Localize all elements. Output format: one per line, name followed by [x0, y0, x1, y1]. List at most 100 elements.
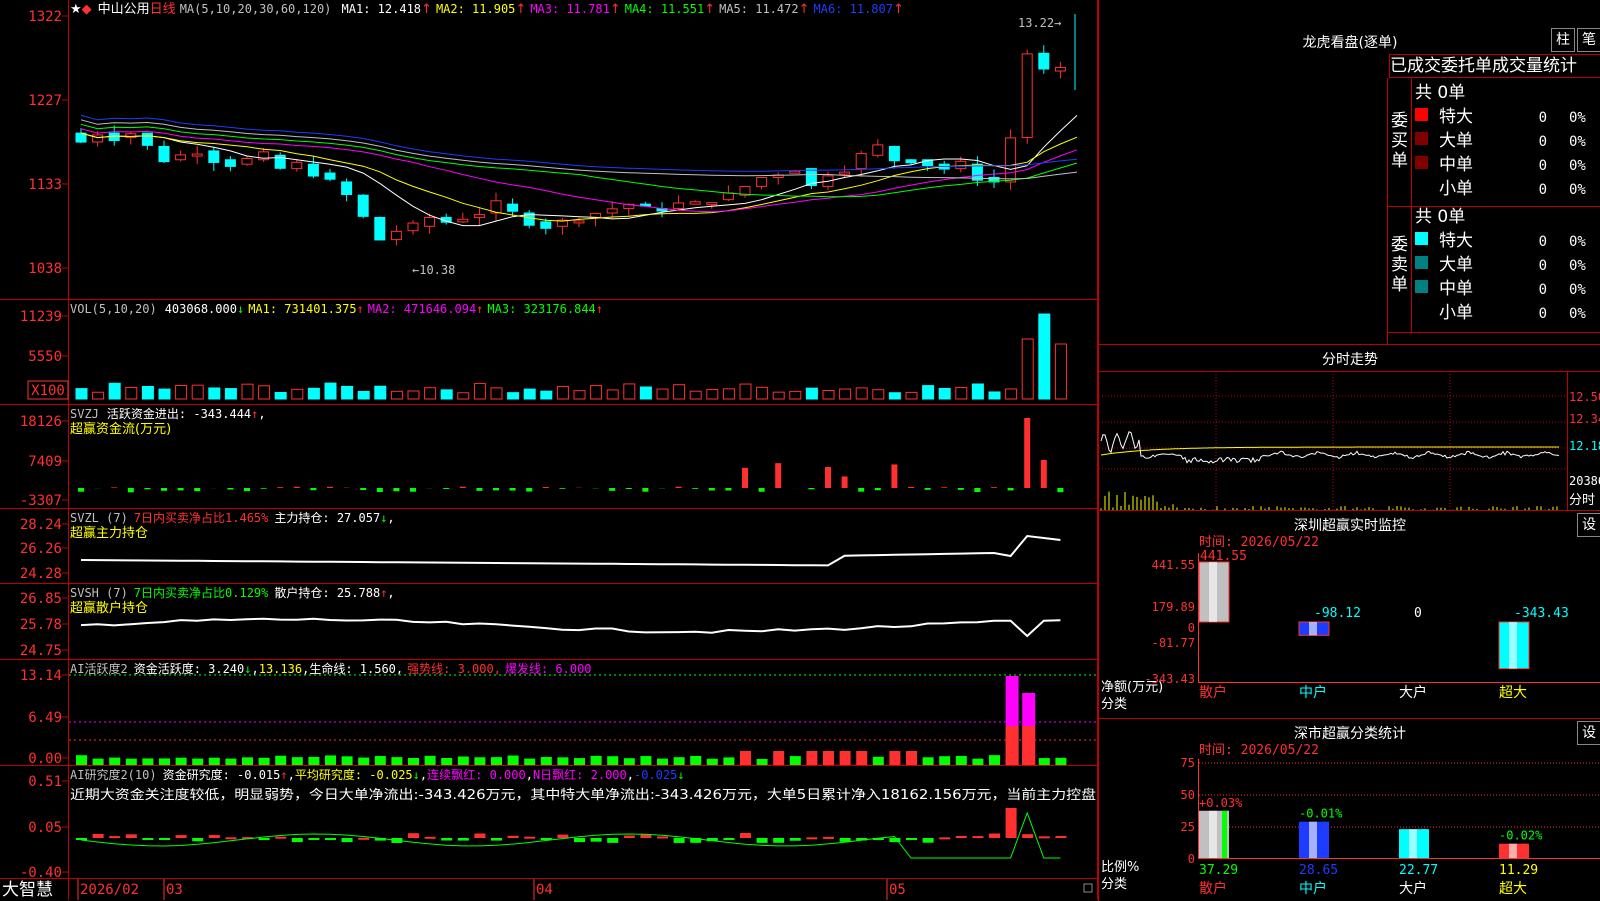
candle-body: [375, 217, 385, 240]
ai-axis-label: 13.14: [20, 668, 62, 684]
volume-bar: [972, 384, 983, 399]
lock-icon[interactable]: [1084, 884, 1092, 892]
intraday-panel[interactable]: 分时走势 12.50 12.34 12.18 20386 分时: [1098, 344, 1600, 511]
classify-delta: -0.01%: [1299, 807, 1343, 821]
intraday-axis-label: 12.18: [1569, 439, 1600, 453]
air-bar: [408, 833, 419, 838]
air-bar: [358, 838, 369, 840]
svzj-axis-label: 7409: [28, 454, 62, 470]
volume-bar: [1055, 344, 1066, 399]
candle-body: [292, 162, 302, 168]
candle-body: [674, 203, 684, 209]
svzj-bar: [676, 487, 682, 488]
sell-row-count: 0: [1539, 282, 1547, 298]
volume-bar: [391, 391, 402, 399]
svzj-bar: [377, 488, 383, 492]
candle-body: [308, 164, 318, 176]
classify-value: 37.29: [1199, 863, 1238, 878]
volume-bar: [823, 390, 834, 399]
svg-text:买: 买: [1391, 131, 1408, 151]
low-annotation: ←10.38: [412, 263, 455, 277]
candle-body: [906, 160, 916, 163]
date-label: 2026/02: [80, 882, 139, 898]
svzj-header: SVZJ活跃资金进出: -343.444↑,: [70, 406, 266, 421]
ai-bar: [292, 757, 303, 765]
candle-body: [607, 209, 617, 213]
monitor-value: -343.43: [1514, 606, 1569, 621]
buy-row-name: 中单: [1439, 155, 1473, 175]
volume-bar: [1022, 339, 1033, 399]
sell-row-count: 0: [1539, 306, 1547, 322]
classify-bar-highlight: [1309, 822, 1317, 858]
monitor-axis-label: 0: [1188, 621, 1195, 635]
svzj-bar: [510, 488, 516, 491]
ai-bar: [939, 756, 950, 765]
classify-bar-edge: [1322, 822, 1327, 858]
volume-bar: [408, 391, 419, 399]
svg-text:卖: 卖: [1391, 255, 1408, 275]
ai-bar: [989, 755, 1000, 765]
buy-row-swatch: [1415, 156, 1428, 169]
svzj-bar: [875, 488, 881, 490]
sell-row-name: 小单: [1439, 303, 1473, 323]
ai-bar: [524, 759, 535, 765]
svzj-bar: [742, 468, 748, 488]
volume-bar: [557, 386, 568, 399]
buy-total: 共 0单: [1415, 83, 1465, 103]
svzj-bar: [991, 487, 997, 488]
axis-ticks: [62, 16, 68, 872]
monitor-axis-label: 179.89: [1152, 600, 1195, 614]
candle-body: [358, 195, 368, 216]
air-axis-label: -0.40: [20, 865, 62, 881]
monitor-category: 超大: [1499, 685, 1527, 701]
ai-bar: [342, 756, 353, 765]
sell-row-swatch: [1415, 256, 1428, 269]
svsh-line: [81, 619, 1060, 636]
air-bar: [1039, 836, 1050, 838]
vol-unit: X100: [31, 383, 65, 399]
air-bar: [225, 837, 236, 839]
svzj-bar: [775, 463, 781, 488]
ai-bar: [889, 751, 900, 765]
longhu-table: 共 0单 共 0单 委买单 委卖单 特大00%大单00%中单00%小单00%特大…: [1099, 0, 1600, 344]
svsh-axis-label: 24.75: [20, 643, 62, 659]
air-bar: [126, 834, 137, 838]
ai-bar: [640, 756, 651, 765]
sell-row-swatch: [1415, 232, 1428, 245]
candle-body: [391, 231, 401, 239]
svzj-bar: [327, 487, 333, 488]
ai-bar: [1022, 726, 1035, 765]
air-bar: [308, 838, 319, 840]
ai-bar: [358, 758, 369, 765]
volume-bar: [607, 390, 618, 399]
classify-panel: 深市超赢分类统计 设 时间: 2026/05/22 75 50 25 0 比例%…: [1098, 718, 1600, 901]
air-bar: [956, 836, 967, 838]
air-bar: [657, 836, 668, 838]
classify-xlabel: 分类: [1101, 877, 1127, 892]
svzj-bar: [443, 488, 449, 489]
ai-bar: [873, 757, 884, 765]
ma-params: MA(5,10,20,30,60,120): [180, 2, 332, 16]
classify-axis-label: 75: [1181, 756, 1195, 770]
classify-axis-label: 0: [1188, 852, 1195, 866]
sell-row-swatch: [1415, 304, 1428, 317]
ai-bar: [76, 755, 87, 765]
ai-bar: [723, 757, 734, 765]
svzl-axis-label: 28.24: [20, 517, 62, 533]
period-label: 日线: [150, 2, 176, 17]
kline-chart-area[interactable]: 1322 1227 1133 1038 11239 5550 18126 740…: [0, 0, 1098, 900]
candle-body: [242, 159, 252, 165]
svzj-bar: [460, 487, 466, 488]
volume-bar: [225, 389, 236, 399]
vol-axis-label: 5550: [28, 349, 62, 365]
svzj-bar: [128, 488, 134, 492]
svzj-bars: [78, 418, 1063, 492]
volume-bar: [458, 393, 469, 399]
volume-bar: [209, 388, 220, 399]
air-bar: [823, 837, 834, 839]
intraday-axis-label: 12.34: [1569, 412, 1600, 426]
svzl-header: SVZL (7)7日内买卖净占比1.465%主力持仓: 27.057↓,: [70, 510, 395, 525]
price-axis-label: 1227: [28, 93, 62, 109]
air-bar: [474, 834, 485, 838]
volume-bar: [192, 385, 203, 399]
